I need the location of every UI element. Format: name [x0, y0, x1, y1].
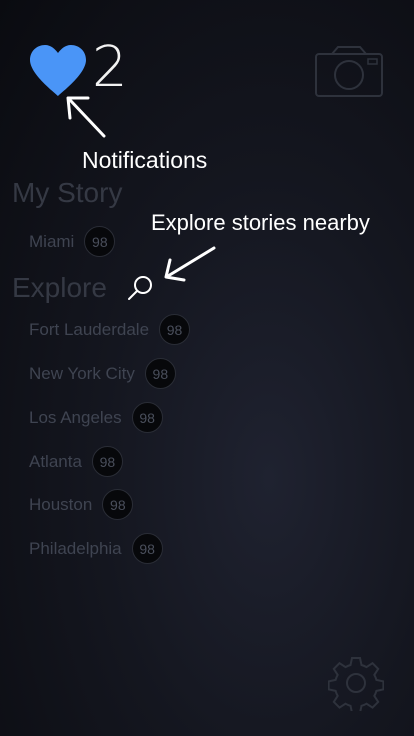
story-count-badge: 98: [131, 402, 163, 433]
location-name: Philadelphia: [29, 538, 122, 558]
notifications-hint: Notifications: [82, 147, 208, 173]
location-name: Miami: [29, 231, 75, 251]
list-item-philadelphia[interactable]: Philadelphia 98: [29, 533, 163, 564]
location-name: Fort Lauderdale: [29, 319, 150, 339]
story-count-badge: 98: [91, 446, 123, 477]
heart-icon[interactable]: [28, 44, 88, 98]
notification-count: 2: [92, 35, 128, 100]
explore-heading: Explore: [12, 272, 107, 303]
my-story-heading: My Story: [12, 177, 123, 208]
location-name: Houston: [29, 494, 93, 514]
story-count-badge: 98: [159, 314, 191, 345]
camera-icon[interactable]: [314, 44, 384, 98]
list-item-houston[interactable]: Houston 98: [29, 489, 134, 520]
story-count-badge: 98: [131, 533, 163, 564]
arrow-icon: [62, 92, 112, 142]
story-count-badge: 98: [102, 489, 134, 520]
list-item-atlanta[interactable]: Atlanta 98: [29, 446, 123, 477]
story-count-badge: 98: [84, 226, 116, 257]
story-count-badge: 98: [144, 358, 176, 389]
arrow-icon: [160, 244, 218, 284]
list-item-new-york-city[interactable]: New York City 98: [29, 358, 176, 389]
location-name: New York City: [29, 363, 135, 383]
list-item-fort-lauderdale[interactable]: Fort Lauderdale 98: [29, 314, 191, 345]
search-icon[interactable]: [125, 273, 155, 303]
explore-hint: Explore stories nearby: [151, 210, 370, 235]
list-item-los-angeles[interactable]: Los Angeles 98: [29, 402, 163, 433]
list-item-miami[interactable]: Miami 98: [29, 226, 116, 257]
location-name: Atlanta: [29, 451, 82, 471]
location-name: Los Angeles: [29, 407, 122, 427]
gear-icon[interactable]: [327, 655, 385, 714]
